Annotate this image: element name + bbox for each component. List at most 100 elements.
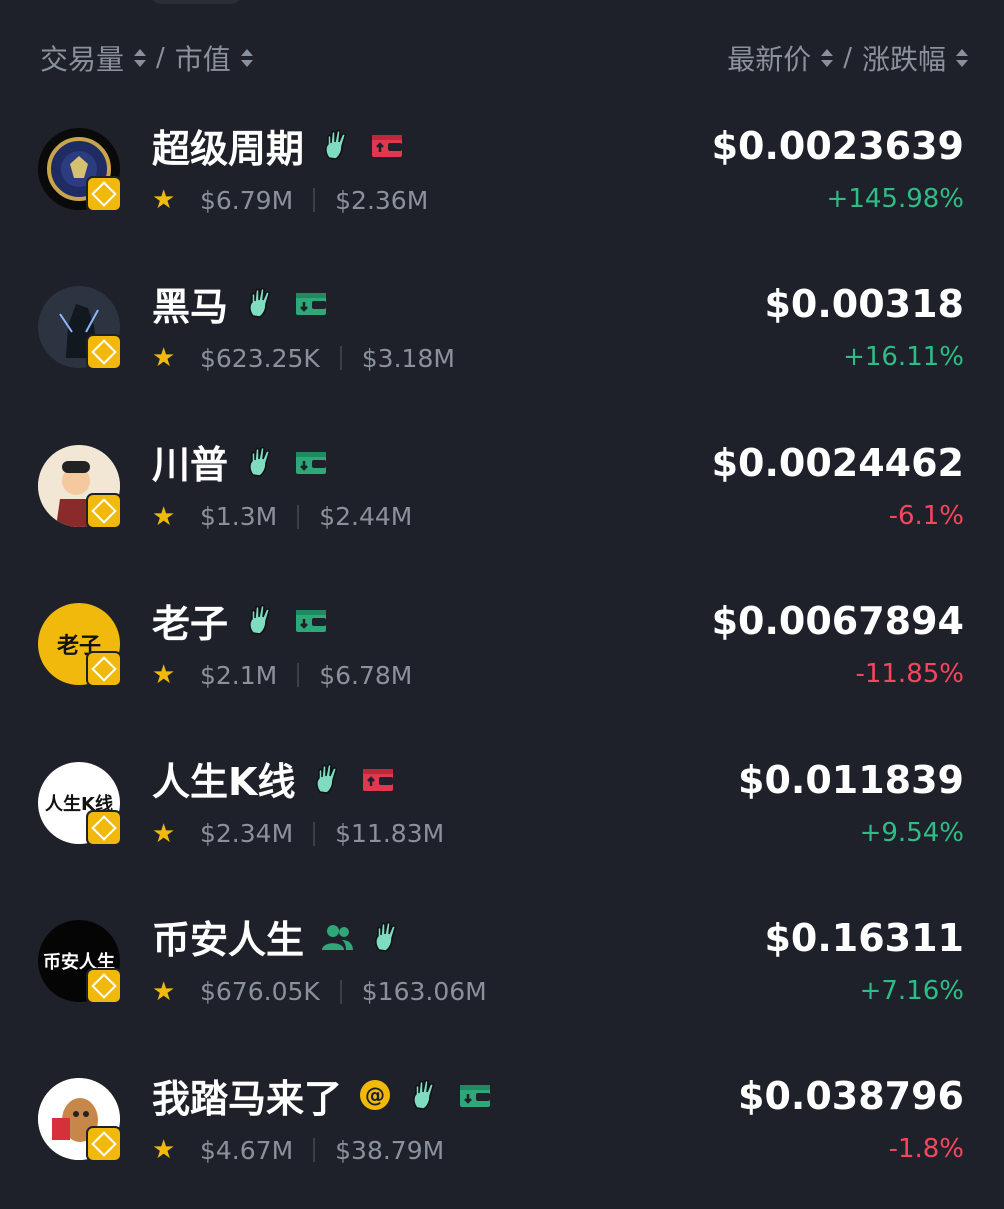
green-wallet-icon	[294, 286, 328, 320]
token-name-line: 老子	[152, 595, 328, 646]
token-name: 黑马	[152, 284, 229, 329]
token-avatar	[38, 444, 122, 529]
token-row[interactable]: 我踏马来了 @ ★ $4.67M $38.79M $0.038796 -1.8%	[0, 1050, 1004, 1208]
red-wallet-icon	[361, 762, 395, 796]
token-meta: ★ $2.34M $11.83M	[152, 818, 444, 850]
header-separator: /	[843, 43, 852, 73]
bnb-chain-icon	[86, 967, 122, 1004]
token-row[interactable]: 黑马 ★ $623.25K $3.18M $0.00318 +16.11%	[0, 258, 1004, 416]
volume-value: $6.79M	[200, 185, 294, 215]
green-wallet-icon	[458, 1078, 492, 1112]
divider	[313, 821, 316, 846]
price-change: -6.1%	[888, 500, 964, 531]
sort-change-label[interactable]: 涨跌幅	[862, 38, 946, 78]
market-cap-value: $3.18M	[361, 343, 455, 373]
token-name: 川普	[152, 443, 229, 488]
sort-volume-label[interactable]: 交易量	[40, 38, 124, 78]
at-icon: @	[358, 1078, 392, 1112]
volume-value: $676.05K	[200, 977, 320, 1007]
latest-price: $0.0024462	[711, 440, 964, 485]
green-wallet-icon	[294, 445, 328, 479]
favorite-star-icon[interactable]: ★	[152, 977, 182, 1007]
token-name: 老子	[152, 601, 229, 646]
token-name-line: 川普	[152, 437, 328, 487]
token-avatar: 老子	[38, 603, 122, 688]
latest-price: $0.16311	[764, 915, 964, 960]
token-list: 超级周期 ★ $6.79M $2.36M $0.0023639 +145.98% 黑马 ★ $6…	[0, 100, 1004, 1209]
divider	[313, 188, 316, 212]
header-right: 最新价 / 涨跌幅	[727, 36, 968, 80]
volume-value: $1.3M	[200, 502, 278, 532]
latest-price: $0.011839	[738, 757, 964, 802]
header-left: 交易量 / 市值	[40, 36, 253, 80]
sort-price-icon[interactable]	[821, 44, 834, 72]
favorite-star-icon[interactable]: ★	[152, 343, 182, 373]
bnb-chain-icon	[86, 1126, 122, 1163]
latest-price: $0.0067894	[711, 599, 964, 644]
price-change: -1.8%	[888, 1134, 964, 1165]
price-change: +145.98%	[826, 184, 964, 214]
volume-value: $4.67M	[200, 1135, 294, 1165]
sort-marketcap-label[interactable]: 市值	[175, 38, 231, 78]
sort-marketcap-icon[interactable]	[240, 44, 253, 72]
header-separator: /	[156, 43, 165, 73]
favorite-star-icon[interactable]: ★	[152, 502, 182, 532]
token-name-line: 我踏马来了 @	[152, 1070, 492, 1121]
favorite-star-icon[interactable]: ★	[152, 819, 182, 849]
top-tab-pill[interactable]	[150, 0, 242, 4]
green-wallet-icon	[294, 603, 328, 637]
favorite-star-icon[interactable]: ★	[152, 660, 182, 690]
sort-price-label[interactable]: 最新价	[727, 38, 811, 78]
token-avatar: 人生K线	[38, 761, 122, 846]
token-name: 我踏马来了	[152, 1076, 343, 1121]
token-name-line: 黑马	[152, 278, 328, 329]
market-cap-value: $11.83M	[335, 819, 445, 849]
token-avatar: 币安人生	[38, 919, 122, 1004]
volume-value: $2.1M	[200, 660, 278, 690]
divider	[297, 504, 300, 529]
bnb-chain-icon	[86, 651, 122, 688]
token-row[interactable]: 老子 老子 ★ $2.1M $6.78M $0.0067894 -11.85%	[0, 575, 1004, 733]
token-row[interactable]: 超级周期 ★ $6.79M $2.36M $0.0023639 +145.98%	[0, 100, 1004, 258]
price-change: -11.85%	[855, 659, 964, 690]
token-meta: ★ $1.3M $2.44M	[152, 501, 412, 533]
bnb-chain-icon	[86, 176, 122, 212]
favorite-star-icon[interactable]: ★	[152, 185, 182, 215]
sort-change-icon[interactable]	[956, 44, 968, 72]
bnb-chain-icon	[86, 334, 122, 371]
latest-price: $0.00318	[764, 282, 964, 327]
bnb-chain-icon	[86, 492, 122, 529]
token-meta: ★ $6.79M $2.36M	[152, 184, 428, 216]
token-name-line: 币安人生	[152, 912, 404, 962]
favorite-star-icon[interactable]: ★	[152, 1135, 182, 1165]
volume-value: $2.34M	[200, 819, 294, 849]
token-meta: ★ $2.1M $6.78M	[152, 659, 412, 691]
hand-icon	[370, 920, 404, 954]
token-row[interactable]: 人生K线 人生K线 ★ $2.34M $11.83M $0.011839 +9.54%	[0, 734, 1004, 892]
token-avatar	[38, 1078, 122, 1163]
market-cap-value: $38.79M	[335, 1135, 445, 1165]
users-icon	[320, 920, 354, 954]
price-change: +7.16%	[859, 975, 964, 1006]
list-header: 交易量 / 市值 最新价 / 涨跌幅	[0, 36, 1004, 80]
token-name: 币安人生	[152, 918, 305, 963]
market-cap-value: $163.06M	[361, 977, 487, 1007]
token-name: 超级周期	[152, 126, 305, 171]
divider	[339, 346, 342, 371]
token-meta: ★ $623.25K $3.18M	[152, 342, 455, 374]
market-cap-value: $2.44M	[319, 502, 413, 532]
token-row[interactable]: 川普 ★ $1.3M $2.44M $0.0024462 -6.1%	[0, 417, 1004, 575]
divider	[313, 1138, 316, 1163]
hand-icon	[320, 128, 354, 162]
hand-icon	[244, 603, 278, 637]
token-name-line: 人生K线	[152, 754, 395, 804]
hand-icon	[244, 286, 278, 320]
token-row[interactable]: 币安人生 币安人生 ★ $676.05K $163.06M $0.16311 +7.16%	[0, 892, 1004, 1050]
svg-text:@: @	[365, 1083, 385, 1107]
volume-value: $623.25K	[200, 343, 320, 373]
bnb-chain-icon	[86, 809, 122, 846]
token-name-line: 超级周期	[152, 120, 404, 171]
token-avatar	[38, 286, 122, 371]
sort-volume-icon[interactable]	[134, 44, 147, 72]
latest-price: $0.0023639	[711, 124, 964, 168]
